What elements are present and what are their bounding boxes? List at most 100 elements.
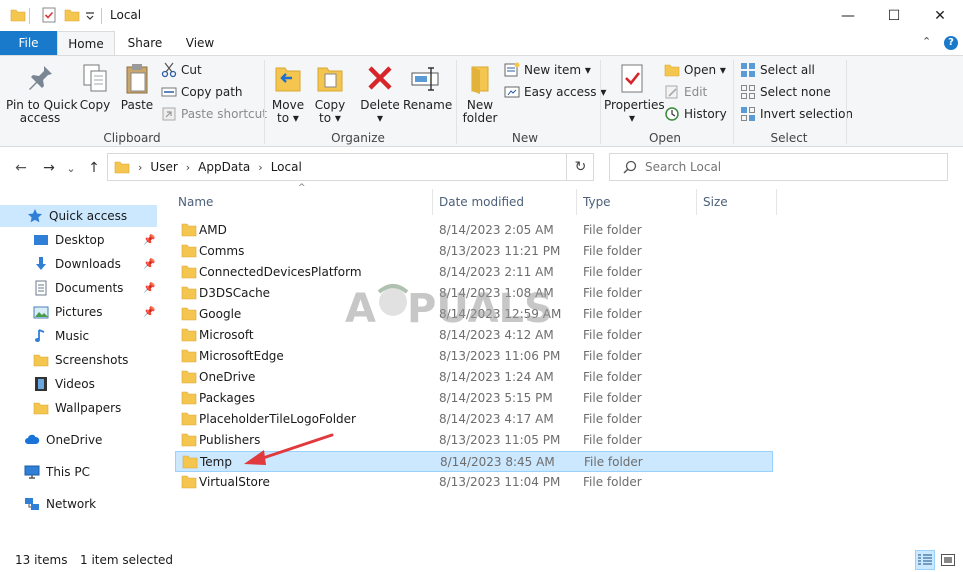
collapse-ribbon-button[interactable]: ⌃ (922, 35, 931, 48)
table-row[interactable]: ConnectedDevicesPlatform 8/14/2023 2:11 … (175, 262, 773, 283)
table-row[interactable]: AMD 8/14/2023 2:05 AM File folder (175, 220, 773, 241)
table-row[interactable]: Packages 8/14/2023 5:15 PM File folder (175, 388, 773, 409)
breadcrumb-user[interactable]: User (150, 160, 177, 174)
nav-music[interactable]: Music (0, 325, 157, 347)
folder-icon (33, 352, 49, 368)
nav-network[interactable]: Network (0, 493, 157, 515)
properties-button[interactable]: Properties ▾ (604, 62, 665, 125)
refresh-button[interactable]: ↻ (566, 153, 594, 181)
large-icons-view-button[interactable] (938, 550, 958, 570)
search-box[interactable] (609, 153, 948, 181)
column-divider[interactable] (432, 189, 433, 215)
search-input[interactable] (645, 160, 925, 174)
pin-icon[interactable]: 📌 (143, 307, 155, 318)
column-divider[interactable] (696, 189, 697, 215)
open-label: Open ▾ (684, 63, 726, 77)
pin-icon[interactable]: 📌 (143, 235, 155, 246)
pictures-icon (33, 304, 49, 320)
file-date: 8/14/2023 2:05 AM (439, 223, 554, 237)
nav-videos[interactable]: Videos (0, 373, 157, 395)
pin-icon[interactable]: 📌 (143, 259, 155, 270)
invert-selection-button[interactable]: Invert selection (740, 104, 853, 124)
breadcrumb-local[interactable]: Local (271, 160, 302, 174)
nav-label: Videos (55, 377, 95, 391)
copy-to-button[interactable]: Copy to ▾ (312, 62, 348, 125)
file-name: Google (199, 307, 242, 321)
table-row[interactable]: MicrosoftEdge 8/13/2023 11:06 PM File fo… (175, 346, 773, 367)
table-row[interactable]: D3DSCache 8/14/2023 1:08 AM File folder (175, 283, 773, 304)
music-note-icon (33, 328, 49, 344)
table-row[interactable]: Microsoft 8/14/2023 4:12 AM File folder (175, 325, 773, 346)
table-row[interactable]: VirtualStore 8/13/2023 11:04 PM File fol… (175, 472, 773, 493)
open-button[interactable]: Open ▾ (664, 60, 726, 80)
nav-pictures[interactable]: Pictures 📌 (0, 301, 157, 323)
new-folder-icon[interactable] (64, 7, 80, 23)
rename-button[interactable]: Rename (403, 62, 452, 112)
nav-this-pc[interactable]: This PC (0, 461, 157, 483)
copy-path-button[interactable]: Copy path (161, 82, 243, 102)
file-date: 8/14/2023 5:15 PM (439, 391, 553, 405)
forward-button[interactable]: → (39, 158, 59, 178)
move-to-button[interactable]: Move to ▾ (270, 62, 306, 125)
table-row[interactable]: PlaceholderTileLogoFolder 8/14/2023 4:17… (175, 409, 773, 430)
column-header-date[interactable]: Date modified (439, 195, 524, 209)
column-header-type[interactable]: Type (583, 195, 611, 209)
delete-label-2: ▾ (376, 111, 384, 125)
breadcrumb-appdata[interactable]: AppData (198, 160, 250, 174)
tab-view[interactable]: View (175, 31, 225, 55)
help-button[interactable]: ? (944, 36, 958, 50)
edit-button[interactable]: Edit (664, 82, 707, 102)
copy-label: Copy (79, 98, 111, 112)
nav-onedrive[interactable]: OneDrive (0, 429, 157, 451)
minimize-button[interactable]: — (825, 0, 871, 31)
close-button[interactable]: ✕ (917, 0, 963, 31)
breadcrumb-separator[interactable]: › (186, 161, 190, 174)
pin-to-quick-access-button[interactable]: Pin to Quick access (6, 62, 78, 125)
select-all-button[interactable]: Select all (740, 60, 815, 80)
nav-quick-access[interactable]: Quick access (0, 205, 157, 227)
table-row[interactable]: Comms 8/13/2023 11:21 PM File folder (175, 241, 773, 262)
file-date: 8/14/2023 8:45 AM (440, 455, 555, 469)
easy-access-button[interactable]: Easy access ▾ (504, 82, 606, 102)
nav-screenshots[interactable]: Screenshots (0, 349, 157, 371)
select-none-label: Select none (760, 85, 831, 99)
tab-file[interactable]: File (0, 31, 57, 55)
tab-share[interactable]: Share (120, 31, 170, 55)
paste-button[interactable]: Paste (118, 62, 156, 112)
maximize-button[interactable]: ☐ (871, 0, 917, 31)
file-type: File folder (583, 265, 642, 279)
breadcrumb-separator[interactable]: › (258, 161, 262, 174)
history-button[interactable]: History (664, 104, 727, 124)
nav-wallpapers[interactable]: Wallpapers (0, 397, 157, 419)
properties-check-icon[interactable] (41, 7, 57, 23)
table-row[interactable]: OneDrive 8/14/2023 1:24 AM File folder (175, 367, 773, 388)
search-icon (623, 160, 637, 174)
select-none-button[interactable]: Select none (740, 82, 831, 102)
table-row[interactable]: Google 8/14/2023 12:59 AM File folder (175, 304, 773, 325)
customize-dropdown-icon[interactable] (85, 7, 95, 23)
recent-locations-button[interactable]: ⌄ (61, 158, 81, 178)
delete-button[interactable]: Delete ▾ (360, 62, 400, 125)
column-header-size[interactable]: Size (703, 195, 728, 209)
pin-icon[interactable]: 📌 (143, 283, 155, 294)
column-divider[interactable] (776, 189, 777, 215)
file-list: ^ Name Date modified Type Size AMD 8/14/… (170, 183, 963, 545)
back-button[interactable]: ← (11, 158, 31, 178)
folder-icon (10, 9, 26, 22)
new-item-button[interactable]: New item ▾ (504, 60, 591, 80)
folder-icon (181, 475, 197, 489)
new-folder-button[interactable]: New folder (460, 62, 500, 125)
tab-home[interactable]: Home (57, 31, 115, 55)
column-divider[interactable] (576, 189, 577, 215)
details-view-button[interactable] (915, 550, 935, 570)
cut-button[interactable]: Cut (161, 60, 202, 80)
up-button[interactable]: ↑ (84, 158, 104, 178)
nav-desktop[interactable]: Desktop 📌 (0, 229, 157, 251)
address-bar[interactable]: › User › AppData › Local ⌄ (107, 153, 656, 181)
nav-downloads[interactable]: Downloads 📌 (0, 253, 157, 275)
nav-documents[interactable]: Documents 📌 (0, 277, 157, 299)
file-name: VirtualStore (199, 475, 270, 489)
paste-shortcut-button[interactable]: Paste shortcut (161, 104, 267, 124)
copy-button[interactable]: Copy (76, 62, 114, 112)
column-header-name[interactable]: Name (178, 195, 213, 209)
